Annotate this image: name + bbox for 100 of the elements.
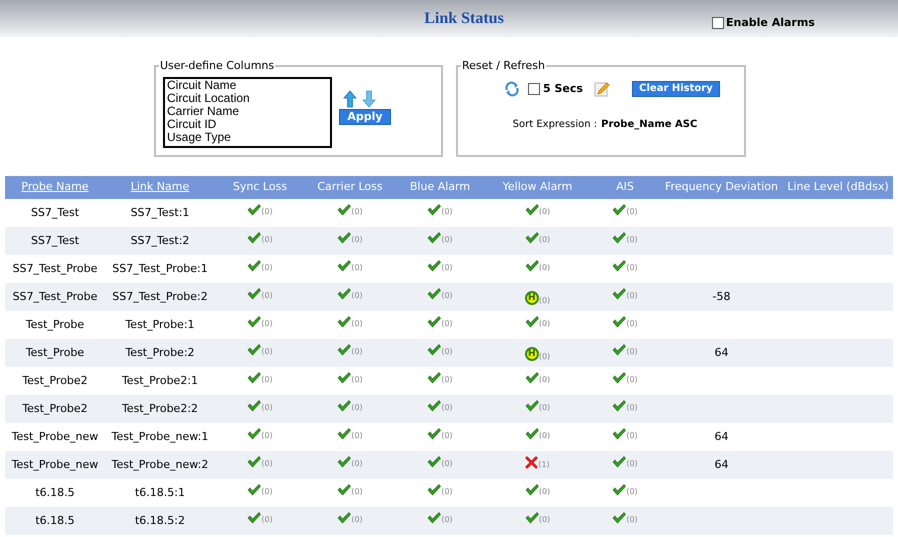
column-header: Line Level (dBdsx) (787, 180, 889, 194)
checkbox-label: 5 Secs (543, 80, 583, 97)
panel-legend: User-define Columns (159, 59, 276, 72)
alarm-count: (0) (351, 430, 363, 442)
page-title: Link Status (424, 8, 504, 28)
alarm-count: (0) (626, 234, 638, 246)
alarm-count: (0) (351, 206, 363, 218)
alarm-count: (0) (441, 374, 453, 386)
alarm-count: (0) (538, 318, 550, 330)
alarm-count: (0) (261, 430, 273, 442)
probe-name: Test_Probe_new (12, 430, 98, 443)
down-arrow-icon[interactable] (362, 90, 376, 108)
link-name: SS7_Test:2 (130, 234, 190, 247)
column-header: Carrier Loss (317, 180, 383, 194)
column-header: Sync Loss (232, 180, 288, 194)
alarm-count: (0) (441, 514, 453, 526)
alarm-count: (0) (261, 402, 273, 414)
probe-name: SS7_Test_Probe (12, 290, 98, 303)
frequency-deviation: -58 (712, 290, 730, 303)
link-name: Test_Probe_new:2 (112, 458, 208, 471)
alarm-count: (0) (441, 486, 453, 498)
alarm-count: (0) (261, 206, 273, 218)
alarm-count: (0) (538, 486, 550, 498)
alarm-count: (0) (538, 262, 550, 274)
checkbox-label: Enable Alarms (726, 15, 815, 31)
alarm-count: (0) (626, 262, 638, 274)
link-name: t6.18.5:1 (134, 486, 185, 499)
checkbox[interactable] (712, 16, 724, 28)
frequency-deviation: 64 (714, 346, 728, 359)
checkbox[interactable] (528, 83, 540, 95)
list-item[interactable]: Circuit Name (167, 79, 328, 92)
alarm-count: (0) (261, 290, 273, 302)
alarm-count: (0) (261, 346, 273, 358)
alarm-count: (0) (261, 262, 273, 274)
alarm-count: (0) (441, 402, 453, 414)
alarm-count: (0) (441, 458, 453, 470)
alarm-count: (0) (538, 374, 550, 386)
link-name: Test_Probe2:1 (122, 374, 198, 387)
alarm-count: (0) (261, 234, 273, 246)
link-name: Test_Probe_new:1 (112, 430, 208, 443)
list-item[interactable]: Circuit Location (167, 92, 328, 105)
probe-name: Test_Probe (26, 346, 84, 359)
alarm-count: (0) (538, 206, 550, 218)
link-name: Test_Probe:1 (125, 318, 195, 331)
refresh-icon[interactable] (504, 81, 520, 97)
up-arrow-icon[interactable] (343, 90, 357, 108)
history-badge: H (524, 347, 539, 362)
list-item[interactable]: Carrier Name (167, 105, 328, 118)
pencil-icon[interactable] (592, 80, 611, 98)
alarm-count: (0) (626, 346, 638, 358)
alarm-count: (0) (441, 206, 453, 218)
alarm-count: (0) (626, 430, 638, 442)
alarm-count: (0) (538, 234, 550, 246)
sort-value: Probe_Name ASC (601, 118, 698, 132)
alarm-count: (1) (538, 458, 550, 471)
column-header: Blue Alarm (410, 180, 470, 194)
alarm-count: (0) (441, 430, 453, 442)
frequency-deviation: 64 (714, 430, 728, 443)
alarm-count: (0) (261, 318, 273, 330)
alarm-count: (0) (351, 402, 363, 414)
probe-name: SS7_Test (30, 206, 80, 219)
alarm-count: (0) (351, 514, 363, 526)
alarm-count: (0) (351, 486, 363, 498)
apply-button[interactable]: Apply (339, 109, 391, 125)
link-name: t6.18.5:2 (134, 514, 185, 527)
alarm-count: (0) (626, 374, 638, 386)
alarm-count: (0) (626, 318, 638, 330)
probe-name: SS7_Test_Probe (12, 262, 98, 275)
link-name: SS7_Test_Probe:1 (112, 262, 208, 275)
alarm-count: (0) (261, 514, 273, 526)
clear-history-button[interactable]: Clear History (632, 81, 720, 97)
frequency-deviation: 64 (714, 458, 728, 471)
list-item[interactable]: Usage Type (167, 131, 328, 144)
alarm-count: (0) (351, 374, 363, 386)
list-item[interactable]: Circuit ID (167, 118, 328, 131)
alarm-count: (0) (538, 514, 550, 526)
link-name: Test_Probe2:2 (122, 402, 198, 415)
alarm-count: (0) (441, 234, 453, 246)
alarm-count: (0) (626, 458, 638, 470)
alarm-count: (0) (261, 374, 273, 386)
panel-legend: Reset / Refresh (461, 59, 546, 72)
alarm-count: (0) (261, 458, 273, 470)
probe-name: Test_Probe (26, 318, 84, 331)
alarm-count: (0) (441, 262, 453, 274)
probe-name: Test_Probe2 (22, 374, 88, 387)
alarm-count: (0) (441, 346, 453, 358)
alarm-count: (0) (626, 514, 638, 526)
probe-name: t6.18.5 (35, 486, 75, 499)
history-badge: H (524, 291, 539, 306)
column-header: AIS (616, 180, 634, 194)
alarm-count: (0) (441, 318, 453, 330)
column-list[interactable]: Circuit Name Circuit Location Carrier Name Circuit ID Usage Type (163, 77, 332, 148)
link-name: Test_Probe:2 (125, 346, 195, 359)
alarm-count: (0) (538, 351, 550, 364)
column-header: Yellow Alarm (502, 180, 572, 194)
alarm-count: (0) (538, 295, 550, 308)
alarm-count: (0) (441, 290, 453, 302)
alarm-count: (0) (351, 346, 363, 358)
alarm-count: (0) (626, 486, 638, 498)
probe-name: SS7_Test (30, 234, 80, 247)
